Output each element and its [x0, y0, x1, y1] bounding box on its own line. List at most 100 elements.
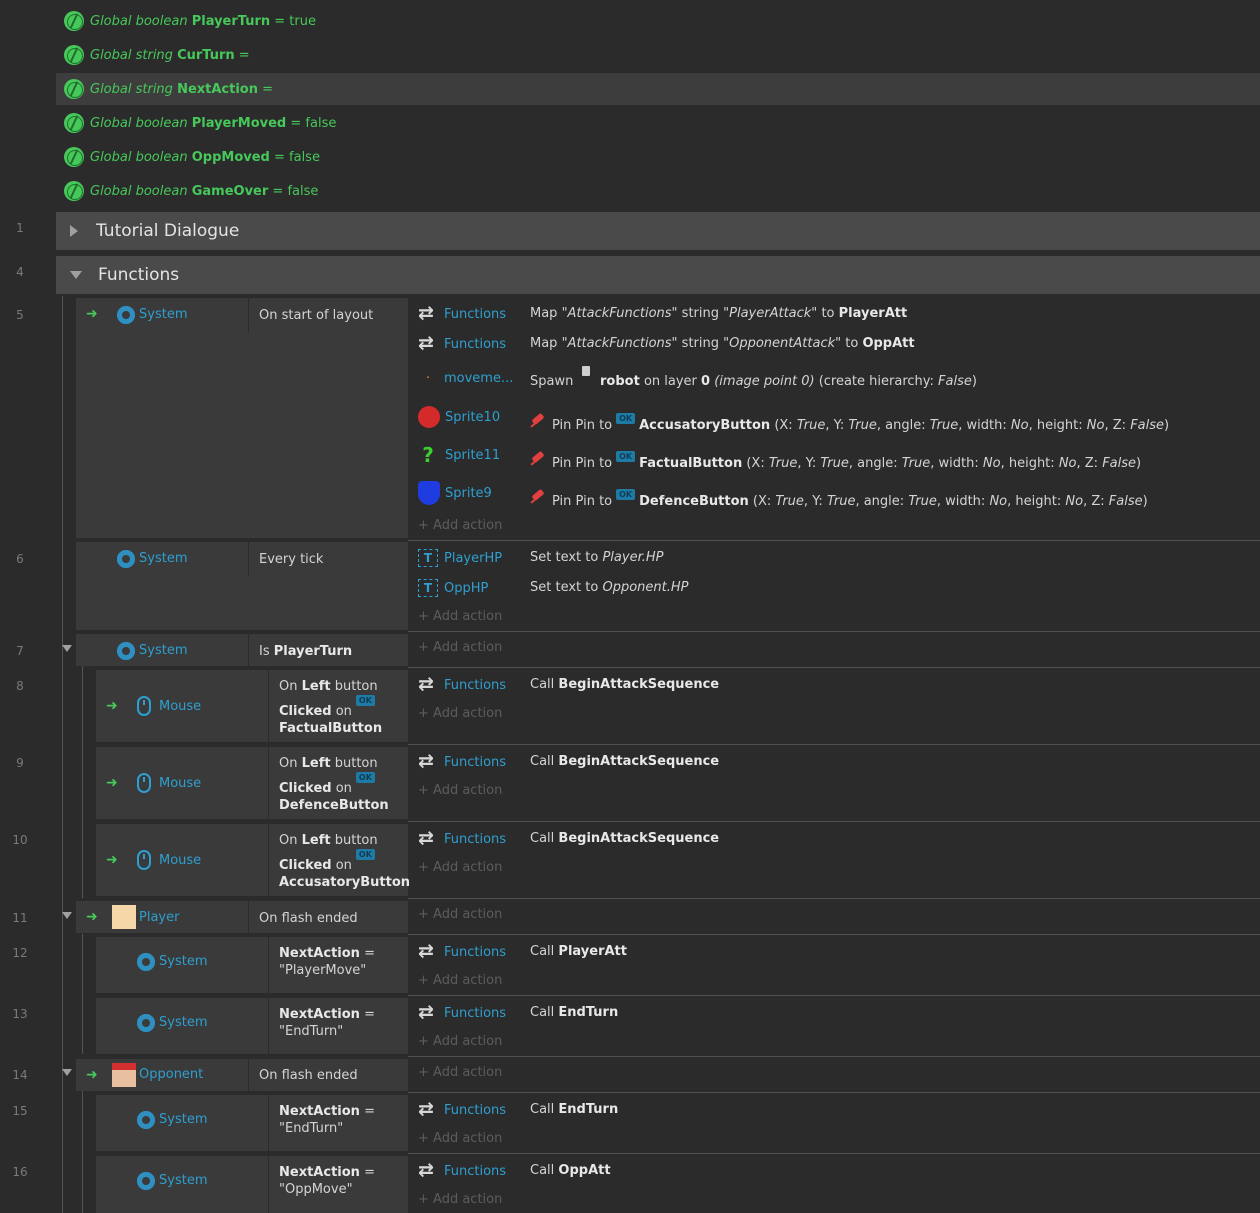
condition-text[interactable]: On Left button Clicked onOK AccusatoryButt…: [279, 832, 410, 891]
collapse-triangle-icon[interactable]: [62, 645, 72, 652]
add-action-button[interactable]: + Add action: [418, 609, 502, 624]
action-text[interactable]: Call EndTurn: [530, 1005, 618, 1020]
action-text[interactable]: Pin Pin to OK DefenceButton (X: True, Y: T…: [530, 489, 1148, 509]
add-action-button[interactable]: + Add action: [418, 1065, 502, 1080]
gear-icon: [117, 550, 135, 568]
line-number: 12: [12, 946, 28, 960]
var-name: NextAction: [177, 81, 258, 97]
action-row[interactable]: Functions: [418, 1001, 506, 1025]
object-name[interactable]: System: [139, 643, 187, 658]
condition-text[interactable]: On flash ended: [259, 910, 358, 927]
action-row[interactable]: Functions: [418, 1159, 506, 1183]
add-action-button[interactable]: + Add action: [418, 640, 502, 655]
condition-text[interactable]: NextAction = "EndTurn": [279, 1006, 375, 1040]
object-name[interactable]: Mouse: [159, 699, 201, 714]
action-row[interactable]: Functions: [418, 1098, 506, 1122]
condition-text[interactable]: On Left button Clicked onOK DefenceButton: [279, 755, 404, 814]
var-value: =: [262, 81, 274, 97]
global-var-playermoved[interactable]: Global boolean PlayerMoved = false: [56, 107, 1260, 139]
expand-triangle-icon[interactable]: [70, 225, 78, 237]
line-number: 15: [12, 1104, 28, 1118]
object-name[interactable]: System: [159, 1173, 207, 1188]
add-action-button[interactable]: + Add action: [418, 783, 502, 798]
object-name[interactable]: System: [159, 954, 207, 969]
object-name[interactable]: System: [159, 1112, 207, 1127]
add-action-button[interactable]: + Add action: [418, 1192, 502, 1207]
action-text[interactable]: Set text to Player.HP: [530, 550, 663, 565]
action-row[interactable]: Functions: [418, 673, 506, 697]
angry-face-icon: [418, 406, 440, 428]
action-text[interactable]: robot on layer 0 (image point 0) (create…: [600, 374, 977, 389]
action-text[interactable]: Call EndTurn: [530, 1102, 618, 1117]
mouse-icon: [137, 850, 151, 870]
condition-text[interactable]: On start of layout: [259, 307, 373, 324]
shield-icon: [418, 481, 440, 505]
functions-icon: [418, 1001, 438, 1023]
player-sprite-icon: [112, 905, 136, 929]
action-row[interactable]: · moveme...: [418, 366, 513, 390]
action-object: PlayerHP: [444, 550, 503, 566]
action-text[interactable]: Set text to Opponent.HP: [530, 580, 688, 595]
object-name[interactable]: Mouse: [159, 776, 201, 791]
pin-icon: [530, 413, 546, 429]
action-row[interactable]: Functions: [418, 302, 506, 326]
action-row[interactable]: ? Sprite11: [418, 443, 500, 467]
action-row[interactable]: Sprite10: [418, 405, 500, 429]
add-action-button[interactable]: + Add action: [418, 706, 502, 721]
global-var-gameover[interactable]: Global boolean GameOver = false: [56, 175, 1260, 207]
condition-text[interactable]: On Left button Clicked onOK FactualButton: [279, 678, 404, 737]
var-kind: Global string: [90, 81, 173, 97]
add-action-button[interactable]: + Add action: [418, 973, 502, 988]
functions-icon: [418, 332, 438, 354]
global-var-curturn[interactable]: Global string CurTurn =: [56, 39, 1260, 71]
action-row[interactable]: Sprite9: [418, 481, 492, 505]
action-text[interactable]: Call PlayerAtt: [530, 944, 627, 959]
event-5-conditions[interactable]: [76, 298, 408, 538]
line-number: 8: [16, 679, 24, 693]
condition-text[interactable]: Is PlayerTurn: [259, 643, 352, 660]
action-text[interactable]: Pin Pin to OK FactualButton (X: True, Y: T…: [530, 451, 1141, 471]
object-name[interactable]: Mouse: [159, 853, 201, 868]
line-number: 1: [16, 221, 24, 235]
action-row[interactable]: T PlayerHP: [418, 546, 502, 570]
action-text[interactable]: Spawn: [530, 374, 573, 389]
add-action-button[interactable]: + Add action: [418, 860, 502, 875]
collapse-triangle-icon[interactable]: [62, 1069, 72, 1076]
add-action-button[interactable]: + Add action: [418, 907, 502, 922]
add-action-button[interactable]: + Add action: [418, 1131, 502, 1146]
action-row[interactable]: T OppHP: [418, 576, 488, 600]
condition-text[interactable]: NextAction = "EndTurn": [279, 1103, 375, 1137]
action-text[interactable]: Call BeginAttackSequence: [530, 831, 719, 846]
object-name[interactable]: Opponent: [139, 1067, 203, 1082]
global-var-oppmoved[interactable]: Global boolean OppMoved = false: [56, 141, 1260, 173]
collapse-triangle-icon[interactable]: [62, 912, 72, 919]
condition-text[interactable]: NextAction = "OppMove": [279, 1164, 375, 1198]
object-name[interactable]: Player: [139, 910, 179, 925]
action-row[interactable]: Functions: [418, 827, 506, 851]
object-name[interactable]: System: [159, 1015, 207, 1030]
tree-line: [82, 934, 83, 1054]
action-row[interactable]: Functions: [418, 750, 506, 774]
collapse-triangle-icon[interactable]: [70, 271, 82, 279]
action-object: Functions: [444, 1005, 507, 1021]
var-kind: Global boolean: [90, 115, 188, 131]
object-name[interactable]: System: [139, 307, 187, 322]
object-name[interactable]: System: [139, 551, 187, 566]
condition-text[interactable]: Every tick: [259, 551, 323, 568]
add-action-button[interactable]: + Add action: [418, 1034, 502, 1049]
add-action-button[interactable]: + Add action: [418, 518, 502, 533]
condition-text[interactable]: NextAction = "PlayerMove": [279, 945, 375, 979]
action-text[interactable]: Call BeginAttackSequence: [530, 754, 719, 769]
group-functions[interactable]: Functions: [56, 256, 1260, 294]
action-text[interactable]: Call BeginAttackSequence: [530, 677, 719, 692]
condition-text[interactable]: On flash ended: [259, 1067, 358, 1084]
action-row[interactable]: Functions: [418, 332, 506, 356]
global-var-nextaction[interactable]: Global string NextAction =: [56, 73, 1260, 105]
action-text[interactable]: Map "AttackFunctions" string "OpponentAt…: [530, 336, 915, 351]
action-row[interactable]: Functions: [418, 940, 506, 964]
group-tutorial-dialogue[interactable]: Tutorial Dialogue: [56, 212, 1260, 250]
global-var-playerturn[interactable]: Global boolean PlayerTurn = true: [56, 5, 1260, 37]
action-text[interactable]: Call OppAtt: [530, 1163, 611, 1178]
action-text[interactable]: Map "AttackFunctions" string "PlayerAtta…: [530, 306, 907, 321]
action-text[interactable]: Pin Pin to OK AccusatoryButton (X: True, Y…: [530, 413, 1169, 433]
